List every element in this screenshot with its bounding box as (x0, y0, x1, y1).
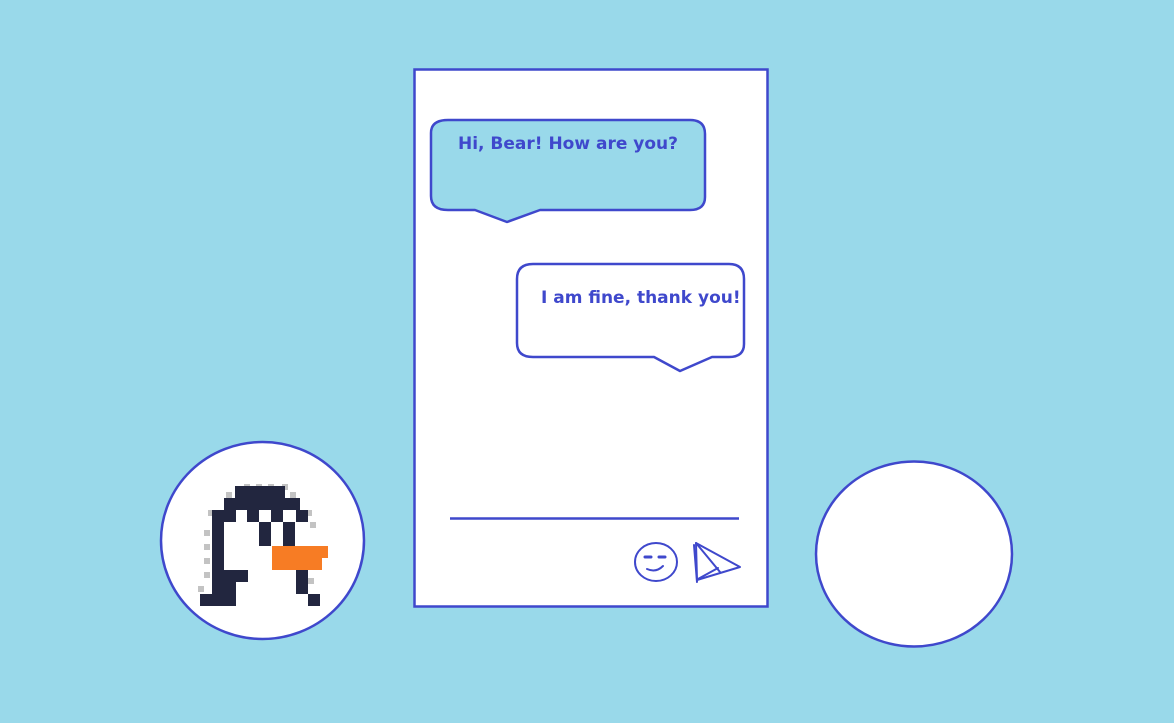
send-button[interactable] (690, 538, 744, 588)
message-bubble-outgoing (515, 262, 746, 373)
emoji-button[interactable] (632, 540, 680, 584)
message-input[interactable] (451, 470, 739, 516)
avatar-left-button[interactable] (160, 441, 366, 641)
chat-scene (0, 0, 1174, 723)
message-text-incoming: Hi, Bear! How are you? (458, 134, 679, 154)
avatar-right-button[interactable] (815, 460, 1014, 648)
message-text-outgoing: I am fine, thank you! (541, 288, 741, 308)
